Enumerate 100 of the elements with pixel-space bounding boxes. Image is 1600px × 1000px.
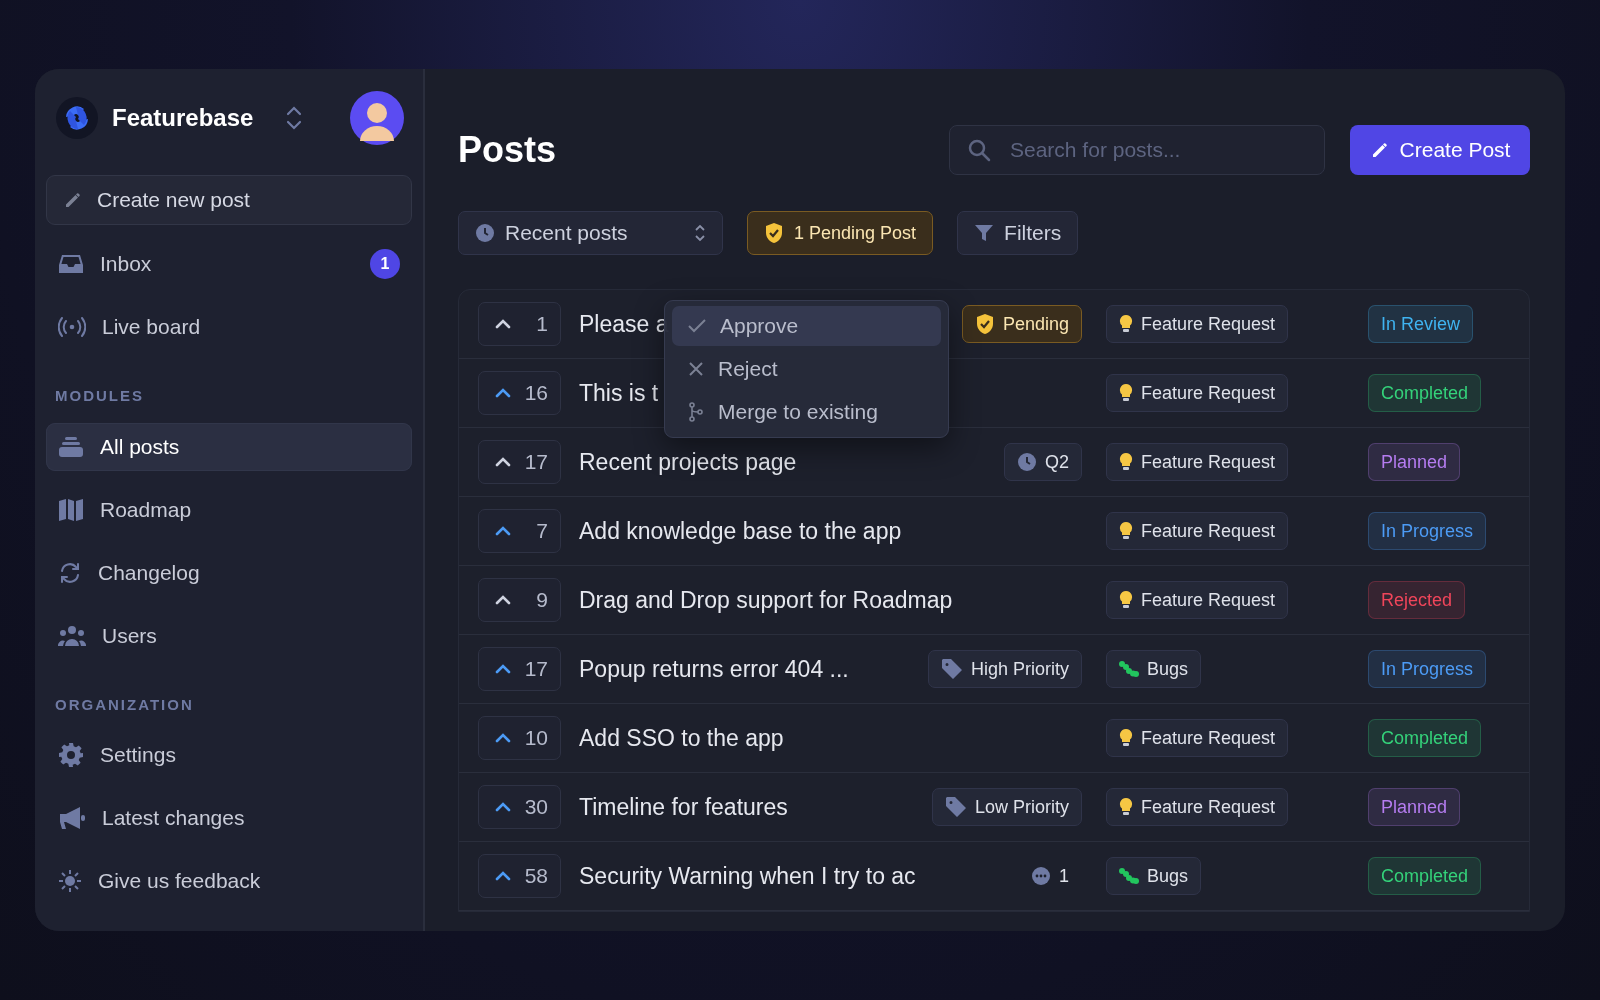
status-badge: Planned — [1368, 788, 1461, 826]
sidebar-item[interactable]: Changelog — [46, 548, 412, 597]
stack-icon — [58, 435, 84, 458]
post-title: This is t — [579, 378, 659, 408]
status-badge: Completed — [1368, 857, 1482, 895]
post-title: Recent projects page — [579, 447, 797, 477]
lightbulb-icon — [1119, 383, 1133, 403]
sidebar-item[interactable]: All posts — [46, 422, 412, 471]
status-badge: Rejected — [1368, 581, 1466, 619]
upvote-button[interactable]: 30 — [478, 785, 561, 829]
chevron-up-icon — [495, 457, 511, 467]
tag-icon — [940, 658, 963, 680]
shield-check-icon — [974, 313, 995, 335]
category-tag: Feature Request — [1106, 305, 1289, 343]
post-tag: Low Priority — [931, 788, 1082, 826]
post-tag: Pending — [961, 305, 1082, 343]
section-heading: ORGANIZATION — [55, 694, 195, 715]
post-title: Add SSO to the app — [579, 723, 784, 753]
post-title: Drag and Drop support for Roadmap — [579, 585, 953, 615]
caterpillar-icon — [1119, 868, 1139, 884]
category-tag: Feature Request — [1106, 443, 1289, 481]
pencil-icon — [63, 190, 83, 210]
status-badge: In Review — [1368, 305, 1474, 343]
sidebar-item[interactable]: Latest changes — [46, 794, 412, 842]
refresh-icon — [58, 560, 82, 585]
clock-icon — [475, 223, 495, 243]
category-tag: Feature Request — [1106, 719, 1289, 757]
lightbulb-icon — [1119, 452, 1133, 472]
menu-item[interactable]: Approve — [672, 306, 941, 346]
inbox-icon — [58, 252, 84, 276]
section-heading: MODULES — [55, 386, 145, 406]
upvote-button[interactable]: 16 — [478, 371, 561, 415]
sidebar-item[interactable]: Users — [46, 611, 412, 660]
post-tag: 1 — [1018, 857, 1082, 895]
category-tag: Feature Request — [1106, 374, 1289, 412]
sidebar-item[interactable]: Inbox 1 — [46, 240, 412, 288]
status-badge: Planned — [1368, 443, 1461, 481]
chevron-up-icon — [495, 319, 511, 329]
sidebar-item[interactable]: Live board — [46, 303, 412, 351]
map-icon — [58, 497, 84, 522]
count-badge: 1 — [370, 249, 400, 279]
chevron-up-icon — [495, 664, 511, 674]
comment-icon — [1031, 866, 1051, 886]
lightbulb-icon — [1119, 521, 1133, 541]
post-title: Security Warning when I try to ac — [579, 861, 916, 891]
status-badge: Completed — [1368, 719, 1482, 757]
upvote-button[interactable]: 17 — [478, 440, 561, 484]
close-icon — [688, 361, 704, 377]
page-title: Posts — [458, 128, 558, 172]
brand-name: Featurebase — [112, 103, 255, 133]
settings-icon — [58, 742, 84, 768]
status-badge: Completed — [1368, 374, 1482, 412]
category-tag: Feature Request — [1106, 788, 1289, 826]
caterpillar-icon — [1119, 661, 1139, 677]
chevron-up-icon — [495, 733, 511, 743]
menu-item[interactable]: Merge to existing — [672, 392, 941, 432]
post-tag: Q2 — [1004, 443, 1082, 481]
sort-dropdown[interactable]: Recent posts — [458, 211, 723, 255]
lightbulb-icon — [1119, 314, 1133, 334]
broadcast-icon — [58, 316, 86, 338]
create-post-button[interactable]: Create Post — [1350, 125, 1530, 175]
category-tag: Bugs — [1106, 857, 1202, 895]
sidebar-item[interactable]: Give us feedback — [46, 857, 412, 905]
chevron-up-icon — [495, 871, 511, 881]
chevron-updown-icon — [694, 223, 706, 243]
pending-posts-button[interactable]: 1 Pending Post — [747, 211, 934, 255]
lightbulb-icon — [1119, 590, 1133, 610]
upvote-button[interactable]: 7 — [478, 509, 561, 553]
avatar[interactable] — [350, 91, 404, 145]
clock-icon — [1017, 452, 1037, 472]
upvote-button[interactable]: 10 — [478, 716, 561, 760]
search-field[interactable]: Search for posts... — [949, 125, 1325, 175]
users-icon — [58, 624, 86, 647]
chevron-up-icon — [495, 526, 511, 536]
shield-check-icon — [764, 222, 784, 244]
filter-icon — [974, 223, 995, 243]
post-tag: High Priority — [927, 650, 1082, 688]
chevron-up-icon — [495, 388, 511, 398]
status-badge: In Progress — [1368, 512, 1487, 550]
post-title: Timeline for features — [579, 792, 788, 822]
category-tag: Bugs — [1106, 650, 1202, 688]
menu-item[interactable]: Reject — [672, 349, 941, 389]
status-badge: In Progress — [1368, 650, 1487, 688]
sidebar-item[interactable]: Roadmap — [46, 485, 412, 534]
upvote-button[interactable]: 1 — [478, 302, 561, 346]
megaphone-icon — [58, 806, 86, 830]
lightbulb-icon — [1119, 728, 1133, 748]
upvote-button[interactable]: 58 — [478, 854, 561, 898]
post-title: Add knowledge base to the app — [579, 516, 902, 546]
sun-icon — [58, 869, 82, 893]
filters-button[interactable]: Filters — [957, 211, 1079, 255]
tag-icon — [944, 796, 967, 818]
check-icon — [688, 319, 706, 333]
upvote-button[interactable]: 9 — [478, 578, 561, 622]
post-title: Popup returns error 404 ... — [579, 654, 849, 684]
chevron-up-icon — [495, 802, 511, 812]
create-post-button[interactable]: Create new post — [46, 175, 412, 225]
upvote-button[interactable]: 17 — [478, 647, 561, 691]
sidebar-item[interactable]: Settings — [46, 731, 412, 779]
logo-icon — [56, 97, 98, 139]
